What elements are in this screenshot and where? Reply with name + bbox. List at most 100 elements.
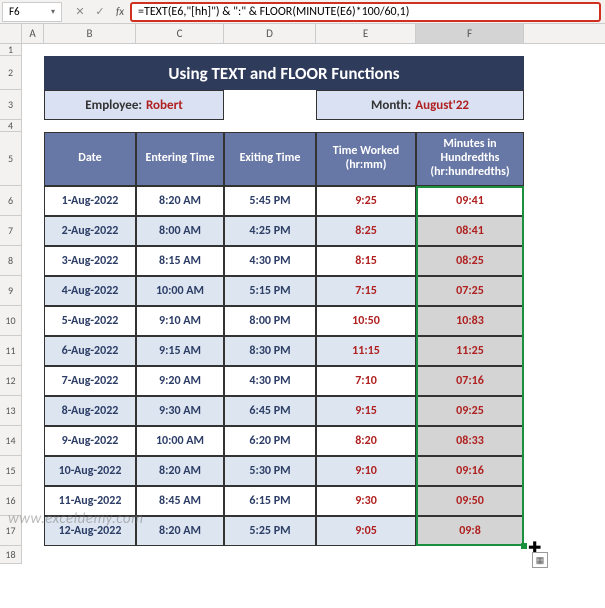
row-header[interactable]: 5	[0, 132, 22, 186]
cell-hundredths[interactable]: 11:25	[416, 336, 524, 366]
cell-worked[interactable]: 7:10	[316, 366, 416, 396]
cell-entering[interactable]: 8:20 AM	[136, 186, 224, 216]
cell-worked[interactable]: 8:15	[316, 246, 416, 276]
cell-date[interactable]: 9-Aug-2022	[44, 426, 136, 456]
cell-date[interactable]: 1-Aug-2022	[44, 186, 136, 216]
col-header-c[interactable]: C	[136, 24, 224, 43]
cell-date[interactable]: 3-Aug-2022	[44, 246, 136, 276]
row-header[interactable]: 4	[0, 120, 22, 132]
cell-hundredths[interactable]: 09:16	[416, 456, 524, 486]
th-date: Date	[44, 132, 136, 186]
cell-date[interactable]: 2-Aug-2022	[44, 216, 136, 246]
cell-worked[interactable]: 10:50	[316, 306, 416, 336]
cell-exiting[interactable]: 5:30 PM	[224, 456, 316, 486]
cell-date[interactable]: 4-Aug-2022	[44, 276, 136, 306]
select-all-corner[interactable]	[0, 24, 22, 43]
cell-hundredths[interactable]: 08:33	[416, 426, 524, 456]
cell-worked[interactable]: 7:15	[316, 276, 416, 306]
cell-hundredths[interactable]: 07:25	[416, 276, 524, 306]
month-value: August'22	[415, 98, 469, 113]
cell-hundredths[interactable]: 09:25	[416, 396, 524, 426]
cell-entering[interactable]: 9:15 AM	[136, 336, 224, 366]
cell-entering[interactable]: 9:10 AM	[136, 306, 224, 336]
cell-entering[interactable]: 10:00 AM	[136, 426, 224, 456]
cell-date[interactable]: 11-Aug-2022	[44, 486, 136, 516]
cell-exiting[interactable]: 5:45 PM	[224, 186, 316, 216]
row-header[interactable]: 8	[0, 246, 22, 276]
cancel-icon[interactable]: ✕	[70, 2, 90, 22]
row-header[interactable]: 13	[0, 396, 22, 426]
cell-worked[interactable]: 9:10	[316, 456, 416, 486]
cell-worked[interactable]: 9:15	[316, 396, 416, 426]
cell-entering[interactable]: 8:45 AM	[136, 486, 224, 516]
cell-entering[interactable]: 8:20 AM	[136, 516, 224, 546]
cell-exiting[interactable]: 4:30 PM	[224, 366, 316, 396]
cell-entering[interactable]: 8:15 AM	[136, 246, 224, 276]
employee-label: Employee:	[85, 98, 142, 113]
row-header[interactable]: 12	[0, 366, 22, 396]
sheet-area[interactable]: 1 2 Using TEXT and FLOOR Functions 3 Emp…	[0, 44, 605, 564]
autofill-options-icon[interactable]: ▦	[532, 552, 548, 568]
column-headers: A B C D E F	[0, 24, 605, 44]
name-box[interactable]: F6 ▾	[2, 2, 62, 22]
row-header[interactable]: 18	[0, 546, 22, 564]
row-header[interactable]: 6	[0, 186, 22, 216]
cell-date[interactable]: 6-Aug-2022	[44, 336, 136, 366]
col-header-a[interactable]: A	[22, 24, 44, 43]
cell-entering[interactable]: 9:20 AM	[136, 366, 224, 396]
cell-entering[interactable]: 10:00 AM	[136, 276, 224, 306]
fx-icon[interactable]: fx	[110, 2, 130, 22]
cell-worked[interactable]: 9:05	[316, 516, 416, 546]
col-header-e[interactable]: E	[316, 24, 416, 43]
enter-icon[interactable]: ✓	[90, 2, 110, 22]
row-header[interactable]: 10	[0, 306, 22, 336]
cell-hundredths[interactable]: 08:25	[416, 246, 524, 276]
cell-hundredths[interactable]: 09:41	[416, 186, 524, 216]
row-header[interactable]: 17	[0, 516, 22, 546]
cell-hundredths[interactable]: 09:50	[416, 486, 524, 516]
cell-exiting[interactable]: 6:20 PM	[224, 426, 316, 456]
cell-date[interactable]: 5-Aug-2022	[44, 306, 136, 336]
cell-exiting[interactable]: 8:00 PM	[224, 306, 316, 336]
page-title: Using TEXT and FLOOR Functions	[44, 56, 524, 90]
cell-hundredths[interactable]: 10:83	[416, 306, 524, 336]
row-header[interactable]: 9	[0, 276, 22, 306]
cell-worked[interactable]: 9:30	[316, 486, 416, 516]
row-header[interactable]: 11	[0, 336, 22, 366]
row-header[interactable]: 16	[0, 486, 22, 516]
cell-date[interactable]: 8-Aug-2022	[44, 396, 136, 426]
row-header[interactable]: 3	[0, 90, 22, 120]
row-header[interactable]: 7	[0, 216, 22, 246]
chevron-down-icon[interactable]: ▾	[51, 7, 55, 17]
cell-hundredths[interactable]: 07:16	[416, 366, 524, 396]
cell-exiting[interactable]: 5:15 PM	[224, 276, 316, 306]
row-header[interactable]: 15	[0, 456, 22, 486]
cell-hundredths[interactable]: 09:8	[416, 516, 524, 546]
col-header-f[interactable]: F	[416, 24, 524, 43]
cell-worked[interactable]: 11:15	[316, 336, 416, 366]
cell-exiting[interactable]: 4:30 PM	[224, 246, 316, 276]
col-header-d[interactable]: D	[224, 24, 316, 43]
cell-exiting[interactable]: 4:25 PM	[224, 216, 316, 246]
cell-date[interactable]: 7-Aug-2022	[44, 366, 136, 396]
col-header-b[interactable]: B	[44, 24, 136, 43]
row-header[interactable]: 1	[0, 44, 22, 56]
row-header[interactable]: 14	[0, 426, 22, 456]
formula-bar[interactable]: =TEXT(E6,"[hh]") & ":" & FLOOR(MINUTE(E6…	[130, 2, 601, 22]
cell-date[interactable]: 12-Aug-2022	[44, 516, 136, 546]
cell-entering[interactable]: 8:00 AM	[136, 216, 224, 246]
cell-hundredths[interactable]: 08:41	[416, 216, 524, 246]
cell-exiting[interactable]: 8:30 PM	[224, 336, 316, 366]
th-worked: Time Worked (hr:mm)	[316, 132, 416, 186]
cell-worked[interactable]: 9:25	[316, 186, 416, 216]
cell-entering[interactable]: 9:30 AM	[136, 396, 224, 426]
cell-exiting[interactable]: 6:45 PM	[224, 396, 316, 426]
cell-worked[interactable]: 8:20	[316, 426, 416, 456]
cell-worked[interactable]: 8:25	[316, 216, 416, 246]
th-exiting: Exiting Time	[224, 132, 316, 186]
cell-exiting[interactable]: 5:25 PM	[224, 516, 316, 546]
row-header[interactable]: 2	[0, 56, 22, 90]
cell-entering[interactable]: 8:20 AM	[136, 456, 224, 486]
cell-date[interactable]: 10-Aug-2022	[44, 456, 136, 486]
cell-exiting[interactable]: 6:15 PM	[224, 486, 316, 516]
